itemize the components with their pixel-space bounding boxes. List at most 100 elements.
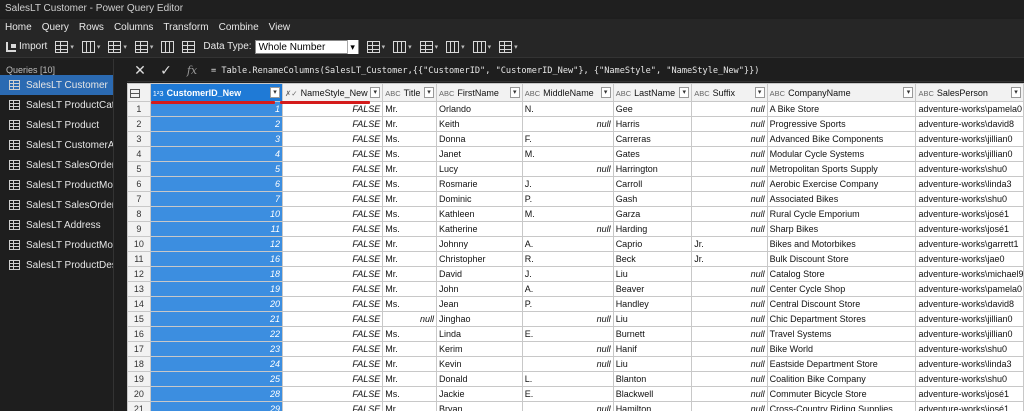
column-header[interactable]: ABC MiddleName ▾	[521, 83, 614, 102]
table-cell[interactable]: Rosmarie	[435, 176, 523, 192]
table-cell[interactable]: adventure-works\jillian0	[915, 326, 1024, 342]
menu-transform[interactable]: Transform	[158, 19, 213, 36]
table-cell[interactable]: 3	[149, 131, 284, 147]
table-cell[interactable]: Mr.	[382, 281, 437, 297]
table-cell[interactable]: adventure-works\josé1	[915, 206, 1024, 222]
table-cell[interactable]: Hamilton	[612, 401, 693, 411]
import-button[interactable]: Import	[4, 38, 49, 56]
table-cell[interactable]: Gates	[612, 146, 693, 162]
data-type-icon[interactable]: ABC	[525, 89, 540, 98]
table-cell[interactable]: FALSE	[282, 326, 384, 342]
table-cell[interactable]: Jinghao	[435, 311, 523, 327]
table-cell[interactable]: adventure-works\jillian0	[915, 311, 1024, 327]
table-cell[interactable]: 4	[149, 146, 284, 162]
table-cell[interactable]: Johnny	[435, 236, 523, 252]
table-cell[interactable]: null	[691, 296, 768, 312]
table-cell[interactable]: Donna	[435, 131, 523, 147]
table-cell[interactable]: Harrington	[612, 161, 693, 177]
filter-dropdown-icon[interactable]: ▾	[270, 87, 281, 98]
row-number[interactable]: 21	[127, 401, 151, 411]
table-cell[interactable]: Modular Cycle Systems	[766, 146, 917, 162]
data-type-icon[interactable]: 1²3	[153, 89, 164, 98]
row-number[interactable]: 4	[127, 146, 151, 162]
table-cell[interactable]: Ms.	[382, 221, 437, 237]
group-by-button[interactable]	[180, 38, 197, 56]
table-cell[interactable]: adventure-works\jae0	[915, 251, 1024, 267]
filter-dropdown-icon[interactable]: ▾	[679, 87, 690, 98]
table-cell[interactable]: Ms.	[382, 131, 437, 147]
column-header[interactable]: 1²3 CustomerID_New ▾	[149, 83, 284, 102]
table-cell[interactable]: M.	[521, 146, 614, 162]
table-cell[interactable]: Center Cycle Shop	[766, 281, 917, 297]
table-cell[interactable]: FALSE	[282, 401, 384, 411]
table-cell[interactable]: 24	[149, 356, 284, 372]
table-cell[interactable]: 12	[149, 236, 284, 252]
table-cell[interactable]: FALSE	[282, 206, 384, 222]
table-cell[interactable]: Harris	[612, 116, 693, 132]
merge-queries-button[interactable]: ▾	[418, 38, 441, 56]
query-item[interactable]: SalesLT ProductMod...	[0, 235, 113, 255]
table-cell[interactable]: null	[691, 116, 768, 132]
table-cell[interactable]: 2	[149, 116, 284, 132]
table-cell[interactable]: Bikes and Motorbikes	[766, 236, 917, 252]
table-cell[interactable]: Orlando	[435, 101, 523, 117]
row-number[interactable]: 11	[127, 251, 151, 267]
table-cell[interactable]: Caprio	[612, 236, 693, 252]
table-cell[interactable]: 22	[149, 326, 284, 342]
replace-values-button[interactable]: ▾	[391, 38, 414, 56]
table-cell[interactable]: Mr.	[382, 191, 437, 207]
table-cell[interactable]: Hanif	[612, 341, 693, 357]
table-cell[interactable]: Beck	[612, 251, 693, 267]
table-cell[interactable]: Bulk Discount Store	[766, 251, 917, 267]
table-cell[interactable]: 20	[149, 296, 284, 312]
table-cell[interactable]: 29	[149, 401, 284, 411]
table-cell[interactable]: J.	[521, 266, 614, 282]
table-cell[interactable]: Mr.	[382, 116, 437, 132]
table-cell[interactable]: A.	[521, 281, 614, 297]
table-cell[interactable]: Rural Cycle Emporium	[766, 206, 917, 222]
query-item[interactable]: SalesLT ProductDescr...	[0, 255, 113, 275]
table-cell[interactable]: null	[521, 116, 614, 132]
table-cell[interactable]: adventure-works\josé1	[915, 221, 1024, 237]
table-cell[interactable]: adventure-works\pamela0	[915, 101, 1024, 117]
table-cell[interactable]: null	[691, 101, 768, 117]
table-cell[interactable]: adventure-works\shu0	[915, 161, 1024, 177]
table-cell[interactable]: Progressive Sports	[766, 116, 917, 132]
table-cell[interactable]: null	[521, 161, 614, 177]
table-cell[interactable]: Janet	[435, 146, 523, 162]
table-cell[interactable]: 10	[149, 206, 284, 222]
table-cell[interactable]: Beaver	[612, 281, 693, 297]
table-cell[interactable]: Associated Bikes	[766, 191, 917, 207]
table-cell[interactable]: R.	[521, 251, 614, 267]
column-header[interactable]: ✗✓ NameStyle_New ▾	[282, 83, 384, 102]
menu-rows[interactable]: Rows	[74, 19, 109, 36]
table-cell[interactable]: M.	[521, 206, 614, 222]
table-cell[interactable]: 5	[149, 161, 284, 177]
table-cell[interactable]: Catalog Store	[766, 266, 917, 282]
query-item[interactable]: SalesLT ProductModel	[0, 175, 113, 195]
table-cell[interactable]: FALSE	[282, 341, 384, 357]
table-cell[interactable]: E.	[521, 386, 614, 402]
table-cell[interactable]: John	[435, 281, 523, 297]
filter-dropdown-icon[interactable]: ▾	[423, 87, 434, 98]
table-cell[interactable]: Blanton	[612, 371, 693, 387]
data-type-select[interactable]: Whole Number	[254, 39, 359, 54]
column-header[interactable]: ABC SalesPerson ▾	[915, 83, 1024, 102]
data-type-icon[interactable]: ABC	[694, 89, 709, 98]
table-cell[interactable]: FALSE	[282, 311, 384, 327]
query-item[interactable]: SalesLT SalesOrderD...	[0, 195, 113, 215]
table-cell[interactable]: null	[691, 266, 768, 282]
data-type-icon[interactable]: ABC	[616, 89, 631, 98]
cancel-icon[interactable]: ✕	[127, 62, 153, 79]
table-cell[interactable]: null	[691, 311, 768, 327]
table-cell[interactable]: adventure-works\garrett1	[915, 236, 1024, 252]
row-number[interactable]: 3	[127, 131, 151, 147]
table-cell[interactable]: adventure-works\linda3	[915, 176, 1024, 192]
filter-dropdown-icon[interactable]: ▾	[903, 87, 914, 98]
table-corner-menu[interactable]	[127, 83, 151, 102]
table-cell[interactable]: Burnett	[612, 326, 693, 342]
table-cell[interactable]: null	[521, 356, 614, 372]
table-cell[interactable]: adventure-works\linda3	[915, 356, 1024, 372]
table-cell[interactable]: Lucy	[435, 161, 523, 177]
table-cell[interactable]: null	[521, 341, 614, 357]
